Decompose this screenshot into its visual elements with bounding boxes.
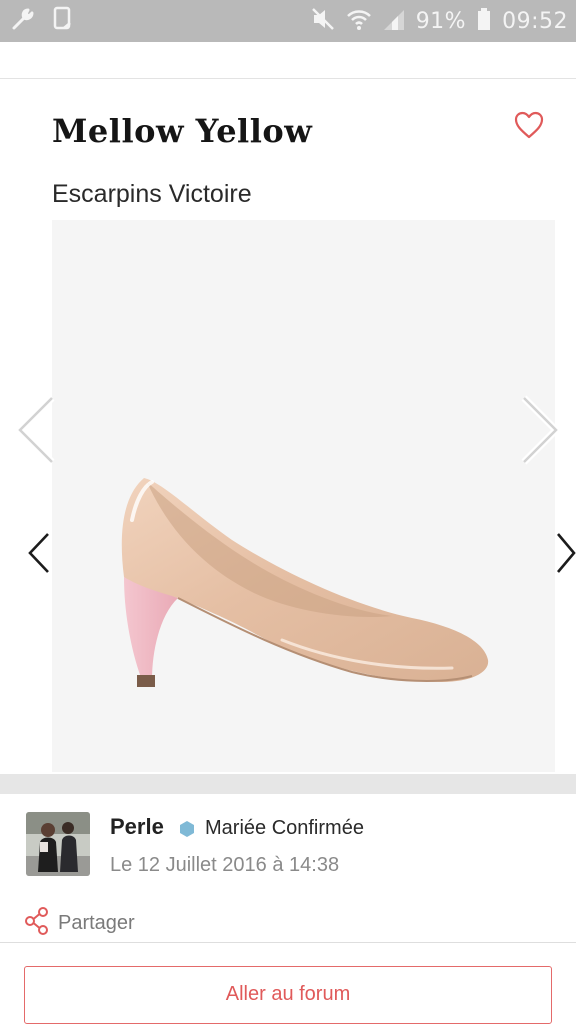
carousel-prev-arrow[interactable] (14, 392, 58, 468)
bottom-divider (0, 942, 576, 943)
battery-icon (476, 6, 492, 37)
wifi-icon (346, 6, 372, 37)
mute-icon (310, 6, 336, 37)
product-subtitle: Escarpins Victoire (52, 180, 252, 208)
share-label: Partager (58, 912, 135, 934)
carousel-next-arrow[interactable] (518, 392, 562, 468)
image-next-arrow[interactable] (552, 530, 576, 576)
page-title: Mellow Yellow (52, 112, 313, 150)
product-image (52, 220, 555, 772)
go-to-forum-button[interactable]: Aller au forum (24, 966, 552, 1024)
top-divider (0, 78, 576, 79)
author-name[interactable]: Perle (110, 814, 164, 840)
status-bar: 91% 09:52 (0, 0, 576, 42)
wrench-icon (10, 6, 36, 37)
share-icon (24, 906, 50, 941)
clock: 09:52 (502, 8, 568, 34)
avatar[interactable] (26, 812, 90, 876)
author-role: Mariée Confirmée (205, 817, 364, 839)
battery-level: 91% (415, 8, 467, 34)
hexagon-badge-icon (180, 821, 194, 837)
signal-icon (382, 6, 406, 37)
post-date: Le 12 Juillet 2016 à 14:38 (110, 854, 340, 876)
heart-icon[interactable] (512, 108, 546, 142)
share-link[interactable]: Partager (24, 906, 135, 941)
image-prev-arrow[interactable] (24, 530, 54, 576)
section-separator (0, 774, 576, 794)
phone-icon (52, 6, 74, 37)
